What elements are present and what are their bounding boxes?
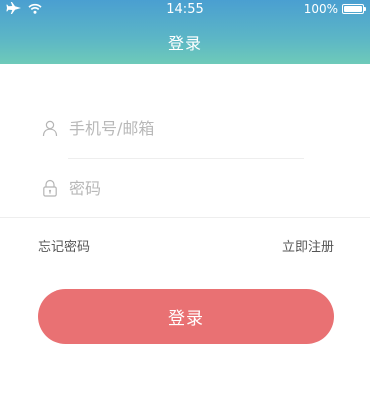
forgot-password-link[interactable]: 忘记密码: [38, 236, 90, 255]
header: 14:55 100% 登录: [0, 0, 370, 64]
password-field: [40, 170, 305, 206]
phone-email-input[interactable]: [69, 118, 289, 138]
user-icon: [40, 118, 60, 138]
status-right: 100%: [303, 2, 366, 16]
form-divider: [0, 217, 370, 218]
field-divider: [68, 158, 304, 159]
battery-percent: 100%: [303, 2, 338, 16]
register-link[interactable]: 立即注册: [282, 236, 334, 255]
phone-email-field: [40, 110, 305, 146]
lock-icon: [40, 178, 60, 198]
login-button[interactable]: 登录: [38, 289, 334, 344]
password-input[interactable]: [69, 178, 289, 198]
battery-icon: [342, 4, 366, 14]
status-bar: 14:55 100%: [0, 0, 370, 20]
page-title: 登录: [167, 34, 202, 53]
battery-fill: [344, 6, 362, 12]
